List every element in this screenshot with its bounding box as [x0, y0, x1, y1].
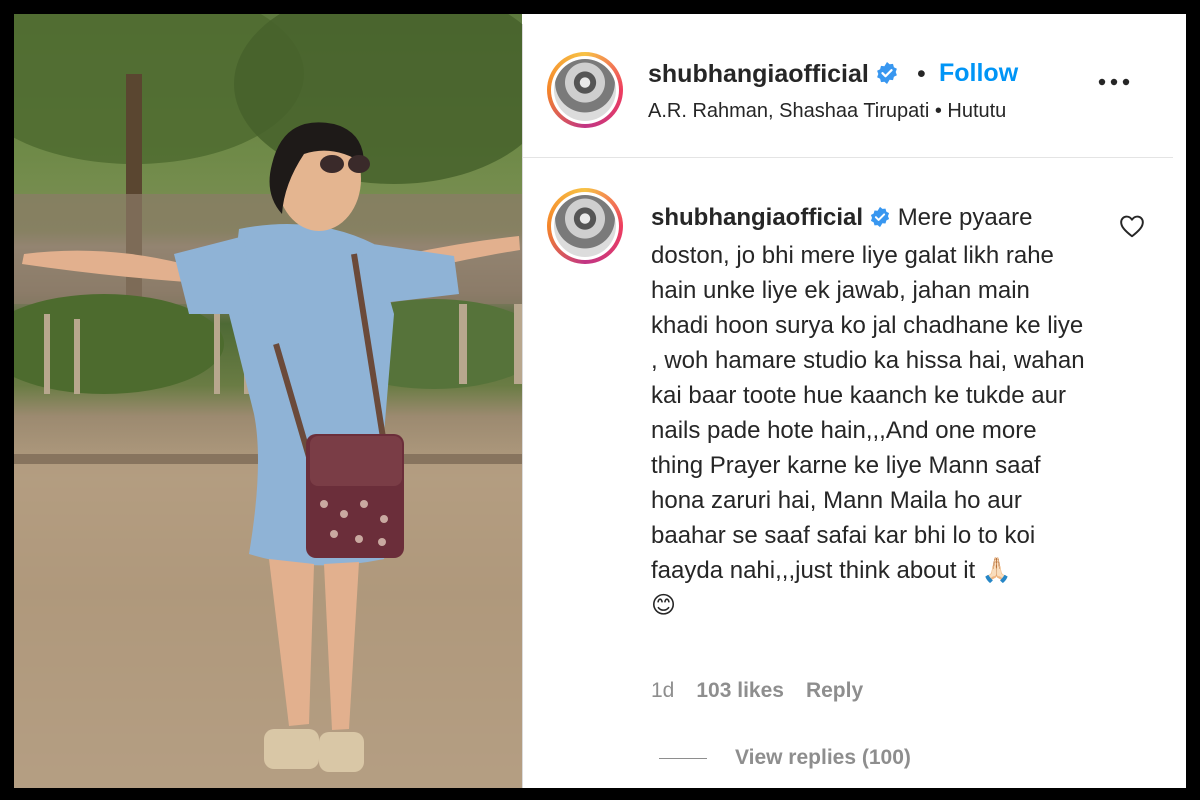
post-photo[interactable] — [14, 14, 522, 788]
post-header: shubhangiaofficial • Follow A.R. Rahman,… — [523, 24, 1173, 158]
comment-meta: 1d 103 likes Reply — [651, 679, 863, 703]
post-details-panel: shubhangiaofficial • Follow A.R. Rahman,… — [522, 24, 1173, 788]
divider-line — [659, 757, 707, 759]
post-photo-illustration — [14, 14, 522, 788]
comment-username[interactable]: shubhangiaofficial — [651, 204, 863, 231]
follow-button[interactable]: Follow — [939, 59, 1018, 88]
verified-icon — [875, 61, 899, 92]
view-replies-label: View replies (100) — [735, 746, 911, 769]
comment-avatar[interactable] — [547, 188, 623, 264]
separator-dot: • — [917, 60, 926, 88]
caption-comment: shubhangiaofficial Mere pyaare doston, j… — [651, 200, 1091, 623]
reply-button[interactable]: Reply — [806, 679, 863, 703]
avatar[interactable] — [547, 52, 623, 128]
likes-count[interactable]: 103 likes — [696, 679, 784, 703]
header-user-line: shubhangiaofficial — [648, 60, 899, 92]
comment-avatar-image — [554, 195, 616, 257]
comment-age: 1d — [651, 679, 675, 702]
audio-attribution[interactable]: A.R. Rahman, Shashaa Tirupati • Hututu — [648, 100, 1006, 123]
avatar-image — [554, 59, 616, 121]
header-username[interactable]: shubhangiaofficial — [648, 60, 869, 88]
comment-text: Mere pyaare doston, jo bhi mere liye gal… — [651, 204, 1085, 584]
view-replies-button[interactable]: View replies (100) — [659, 746, 911, 770]
more-options-icon[interactable] — [1097, 68, 1131, 88]
praying-hands-emoji: 🙏🏻 — [981, 557, 1012, 584]
verified-icon — [869, 203, 891, 238]
heart-outline-icon[interactable] — [1119, 214, 1145, 243]
smiling-face-emoji: 😊 — [651, 592, 677, 619]
